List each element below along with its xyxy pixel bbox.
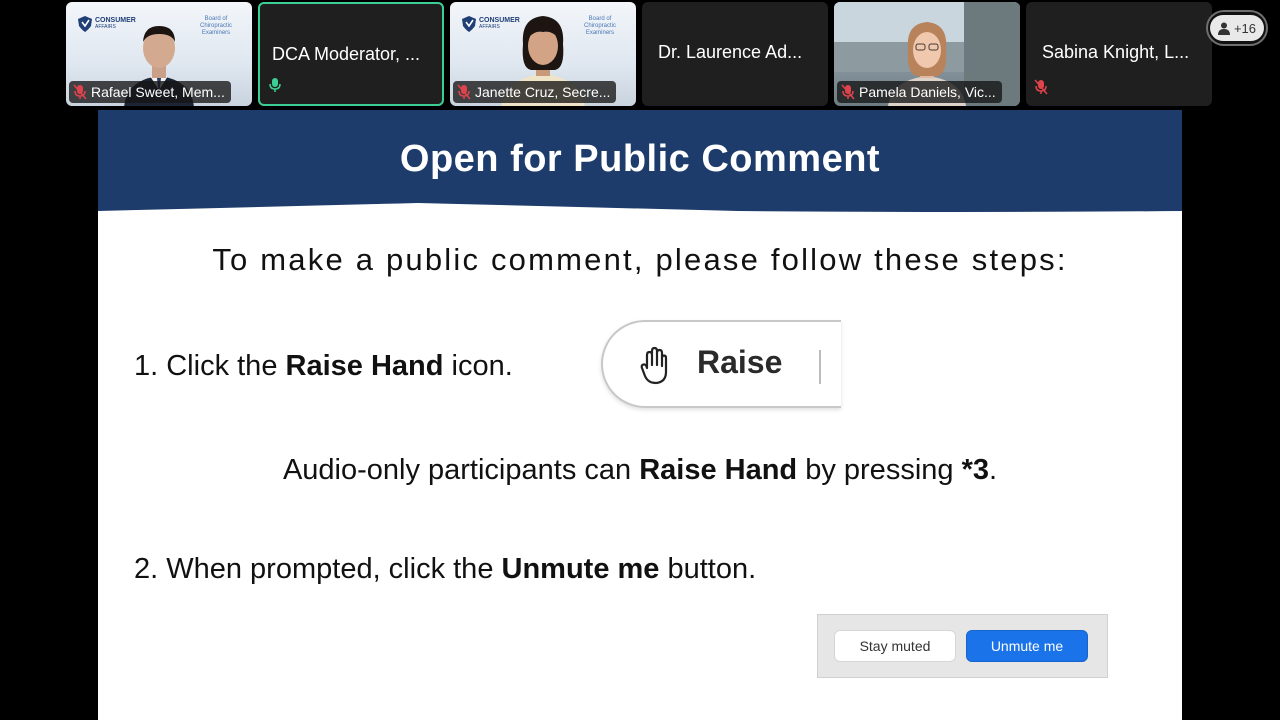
shared-slide: Open for Public Comment To make a public… <box>98 110 1182 720</box>
step-2-suffix: button. <box>659 553 757 585</box>
participant-tile[interactable]: Sabina Knight, L... <box>1026 2 1212 106</box>
audio-only-instruction: Audio-only participants can Raise Hand b… <box>98 454 1182 487</box>
participant-tile-active-speaker[interactable]: DCA Moderator, ... <box>258 2 444 106</box>
raise-button-label: Raise <box>697 344 783 380</box>
audio-keypad-code: *3 <box>961 454 989 486</box>
participant-name: Janette Cruz, Secre... <box>475 84 611 100</box>
participant-tile[interactable]: Dr. Laurence Ad... <box>642 2 828 106</box>
step-2-text: 2. When prompted, click the Unmute me bu… <box>134 553 756 586</box>
person-icon <box>1217 22 1230 35</box>
step-1-suffix: icon. <box>443 350 513 382</box>
muted-mic-icon <box>73 84 87 100</box>
muted-mic-icon <box>841 84 855 100</box>
unmute-me-button-illustration: Unmute me <box>966 630 1088 662</box>
participant-nameplate: Pamela Daniels, Vic... <box>837 81 1002 103</box>
slide-intro-text: To make a public comment, please follow … <box>212 242 1068 277</box>
audio-mid: by pressing <box>797 454 962 486</box>
active-mic-icon <box>269 78 281 92</box>
unmute-me-label: Unmute me <box>990 638 1064 654</box>
slide-title: Open for Public Comment <box>399 138 881 180</box>
participant-name: Sabina Knight, L... <box>1042 42 1190 62</box>
participant-nameplate: Rafael Sweet, Mem... <box>69 81 231 103</box>
step-1-text: 1. Click the Raise Hand icon. <box>134 350 513 383</box>
participant-strip: CONSUMER AFFAIRS Board of Chiropractic Ex… <box>0 0 1280 108</box>
muted-mic-icon <box>457 84 471 100</box>
step-1-prefix: 1. Click the <box>134 350 286 382</box>
audio-prefix: Audio-only participants can <box>282 454 640 486</box>
step-1-bold: Raise Hand <box>285 350 444 382</box>
participant-name: DCA Moderator, ... <box>272 44 421 64</box>
participant-tile[interactable]: CONSUMER AFFAIRS Board of Chiropractic Ex… <box>450 2 636 106</box>
more-participants-button[interactable]: +16 <box>1206 10 1268 46</box>
audio-bold: Raise Hand <box>639 454 798 486</box>
participant-name: Pamela Daniels, Vic... <box>859 84 996 100</box>
step-2-prefix: 2. When prompted, click the <box>134 553 502 585</box>
stay-muted-label: Stay muted <box>859 638 931 654</box>
header-wave-decoration <box>98 203 1182 215</box>
button-divider <box>819 350 821 384</box>
raise-hand-button-illustration: Raise <box>601 320 841 408</box>
audio-suffix: . <box>989 454 998 486</box>
participant-nameplate: Janette Cruz, Secre... <box>453 81 617 103</box>
unmute-prompt-illustration: Stay muted Unmute me <box>817 614 1108 678</box>
more-participants-count: +16 <box>1233 20 1257 36</box>
participant-tile[interactable]: Pamela Daniels, Vic... <box>834 2 1020 106</box>
participant-tile[interactable]: CONSUMER AFFAIRS Board of Chiropractic Ex… <box>66 2 252 106</box>
slide-header: Open for Public Comment <box>98 110 1182 215</box>
muted-mic-icon <box>1034 79 1048 95</box>
participant-name: Dr. Laurence Ad... <box>658 42 803 62</box>
raise-hand-icon <box>640 346 668 385</box>
participant-name: Rafael Sweet, Mem... <box>91 84 225 100</box>
stay-muted-button-illustration: Stay muted <box>834 630 956 662</box>
step-2-bold: Unmute me <box>501 553 660 585</box>
